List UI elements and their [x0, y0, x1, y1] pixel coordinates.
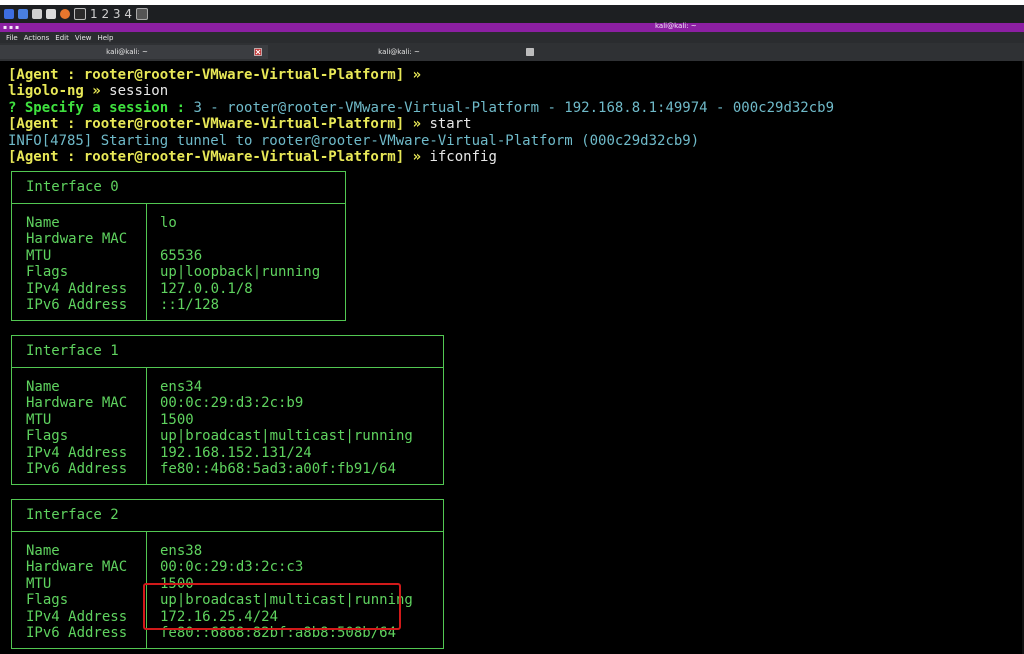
- interface-header: Interface 1: [12, 336, 443, 368]
- terminal-text: session: [109, 83, 169, 100]
- field-key: IPv4 Address: [26, 608, 128, 625]
- file-icon[interactable]: [46, 9, 56, 19]
- field-key: MTU: [26, 247, 52, 264]
- close-tab-icon[interactable]: [254, 48, 262, 56]
- field-value: up|loopback|running: [160, 264, 321, 281]
- terminal-line: [Agent : rooter@rooter-VMware-Virtual-Pl…: [8, 149, 834, 165]
- window-icon[interactable]: [135, 8, 148, 20]
- terminal-line: ? Specify a session : 3 - rooter@rooter-…: [8, 100, 834, 116]
- terminal-text: ifconfig: [429, 148, 497, 165]
- field-key: IPv4 Address: [26, 280, 128, 297]
- terminal-line: [Agent : rooter@rooter-VMware-Virtual-Pl…: [8, 116, 834, 132]
- highlight-box: [143, 583, 401, 630]
- interface-title: Interface 2: [26, 507, 119, 523]
- interface-title: Interface 0: [26, 179, 119, 195]
- terminal-text: [Agent : rooter@rooter-VMware-Virtual-Pl…: [8, 148, 430, 165]
- terminal-text: 3 - rooter@rooter-VMware-Virtual-Platfor…: [193, 99, 835, 116]
- window-menu-icon[interactable]: ▪ ▪ ▪: [3, 24, 19, 31]
- field-value: ::1/128: [160, 297, 220, 313]
- field-value: 1500: [160, 411, 194, 428]
- terminal-text: [Agent : rooter@rooter-VMware-Virtual-Pl…: [8, 67, 422, 83]
- terminal-text: start: [429, 116, 472, 133]
- interface-header: Interface 0: [12, 172, 345, 204]
- field-value: ens34: [160, 379, 203, 395]
- terminal-line: [Agent : rooter@rooter-VMware-Virtual-Pl…: [8, 67, 834, 83]
- field-value: ens38: [160, 543, 203, 559]
- workspace-switcher[interactable]: 1 2 3 4: [90, 7, 132, 21]
- field-key: IPv6 Address: [26, 625, 128, 641]
- tab-1[interactable]: kali@kali: ~: [0, 45, 268, 59]
- field-key: IPv6 Address: [26, 461, 128, 477]
- window-title: kali@kali: ~: [655, 22, 697, 30]
- tab-2[interactable]: kali@kali: ~: [272, 45, 540, 59]
- field-key: MTU: [26, 411, 52, 428]
- interface-body: Name lo Hardware MAC MTU 65536 Flags up|loopba…: [12, 204, 345, 320]
- desktop-icon[interactable]: [18, 9, 28, 19]
- field-value: up|broadcast|multicast|running: [160, 428, 413, 445]
- menu-item-view[interactable]: View: [75, 34, 92, 42]
- interface-title: Interface 1: [26, 343, 119, 359]
- terminal-line: INFO[4785] Starting tunnel to rooter@roo…: [8, 133, 834, 149]
- field-key: Hardware MAC: [26, 559, 128, 576]
- folder-icon[interactable]: [32, 9, 42, 19]
- tab-2-label: kali@kali: ~: [378, 48, 420, 56]
- field-key: Flags: [26, 264, 69, 281]
- field-key: Hardware MAC: [26, 395, 128, 412]
- field-value: 00:0c:29:d3:2c:c3: [160, 559, 304, 576]
- kali-menu-icon[interactable]: [4, 9, 14, 19]
- column-divider: [146, 368, 147, 484]
- window-title-bar[interactable]: ▪ ▪ ▪ kali@kali: ~: [0, 22, 1024, 32]
- terminal-text: ? Specify a session :: [8, 99, 194, 116]
- interface-table: Interface 1 Name ens34 Hardware MAC 00:0c:29…: [11, 335, 444, 485]
- field-key: Name: [26, 379, 60, 395]
- tab-bar: kali@kali: ~ kali@kali: ~: [0, 43, 1024, 61]
- interface-header: Interface 2: [12, 500, 443, 532]
- field-key: MTU: [26, 575, 52, 592]
- field-value: 65536: [160, 247, 203, 264]
- field-value: lo: [160, 215, 177, 231]
- field-value: 00:0c:29:d3:2c:b9: [160, 395, 304, 412]
- field-value: fe80::4b68:5ad3:a00f:fb91/64: [160, 461, 397, 477]
- close-tab-icon[interactable]: [526, 48, 534, 56]
- field-value: 127.0.0.1/8: [160, 280, 253, 297]
- menu-item-edit[interactable]: Edit: [55, 34, 69, 42]
- field-key: Name: [26, 215, 60, 231]
- field-key: IPv6 Address: [26, 297, 128, 313]
- field-key: Hardware MAC: [26, 231, 128, 248]
- interface-table: Interface 0 Name lo Hardware MAC MTU 65536 Fla…: [11, 171, 346, 321]
- menu-item-actions[interactable]: Actions: [24, 34, 50, 42]
- column-divider: [146, 204, 147, 320]
- field-value: 192.168.152.131/24: [160, 444, 312, 461]
- menu-item-help[interactable]: Help: [97, 34, 113, 42]
- xfce-panel: 1 2 3 4: [0, 5, 1024, 23]
- field-key: IPv4 Address: [26, 444, 128, 461]
- field-key: Flags: [26, 428, 69, 445]
- terminal-text: INFO[4785] Starting tunnel to rooter@roo…: [8, 132, 700, 149]
- terminal-text: ligolo-ng »: [8, 83, 110, 100]
- interface-body: Name ens34 Hardware MAC 00:0c:29:d3:2c:b9 MT…: [12, 368, 443, 484]
- menu-item-file[interactable]: File: [6, 34, 18, 42]
- firefox-icon[interactable]: [60, 9, 70, 19]
- tab-1-label: kali@kali: ~: [106, 48, 148, 56]
- terminal-output: [Agent : rooter@rooter-VMware-Virtual-Pl…: [8, 67, 834, 165]
- terminal-icon[interactable]: [74, 8, 86, 20]
- field-key: Name: [26, 543, 60, 559]
- terminal-line: ligolo-ng » session: [8, 83, 834, 99]
- menu-bar: File Actions Edit View Help: [0, 32, 1024, 43]
- terminal-view[interactable]: [Agent : rooter@rooter-VMware-Virtual-Pl…: [0, 61, 1024, 654]
- field-key: Flags: [26, 592, 69, 609]
- terminal-text: [Agent : rooter@rooter-VMware-Virtual-Pl…: [8, 116, 430, 133]
